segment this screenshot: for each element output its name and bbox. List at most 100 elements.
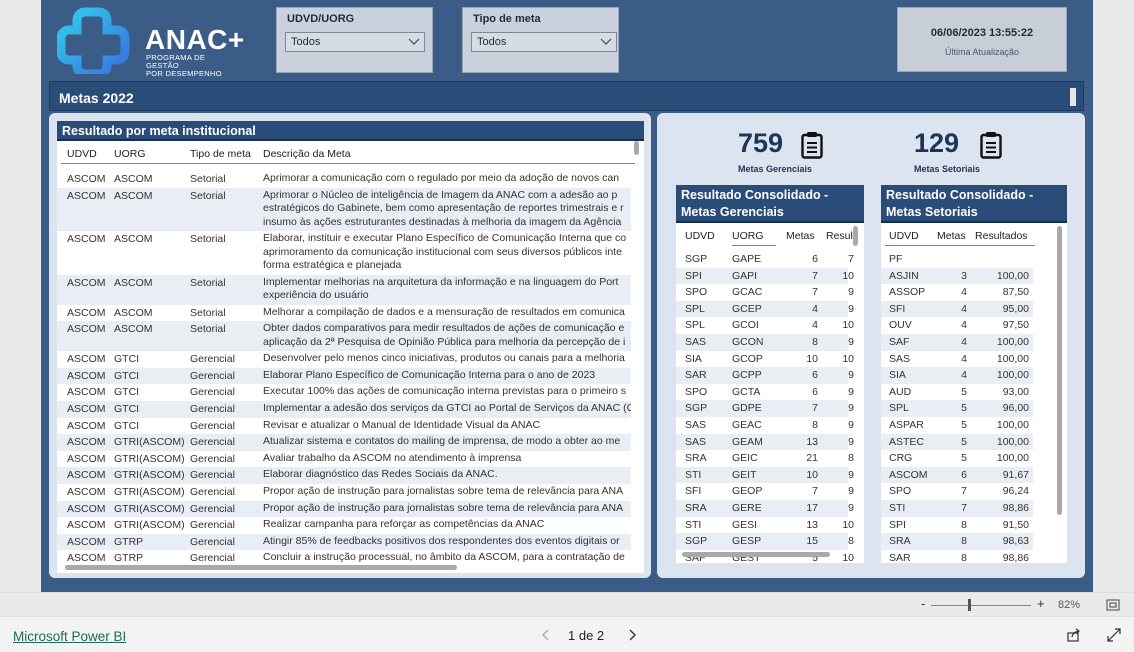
col-header-uorg[interactable]: UORG	[732, 230, 764, 242]
results-hscroll[interactable]	[65, 565, 457, 570]
col-header-udvd[interactable]: UDVD	[685, 230, 715, 242]
cell-uorg: GTCI	[114, 353, 140, 366]
table-row[interactable]: SRA GEIC 21 8	[676, 450, 854, 467]
title-scrollbar[interactable]	[1070, 88, 1076, 106]
tipo-meta-dropdown[interactable]: Todos	[471, 32, 617, 52]
table-row[interactable]: SAS GCON 8 9	[676, 334, 854, 351]
cell-resultado: 8	[848, 452, 854, 465]
table-row[interactable]: ASCOM ASCOM Setorial Aprimorar o Núcleo de …	[57, 187, 631, 232]
table-row[interactable]: ASTEC 5 100,00	[881, 433, 1033, 451]
table-row[interactable]: ASCOM GTRI(ASCOM) Gerencial Elaborar diagnó…	[57, 467, 631, 484]
table-row[interactable]: ASCOM GTRI(ASCOM) Gerencial Avaliar trabalh…	[57, 451, 631, 468]
table-row[interactable]: STI GEIT 10 9	[676, 466, 854, 484]
cell-resultados: 100,00	[996, 419, 1029, 431]
zoom-out-button[interactable]: -	[921, 596, 925, 611]
results-vscroll[interactable]	[634, 141, 639, 155]
previous-page-icon[interactable]	[541, 629, 551, 641]
table-row[interactable]: ASCOM GTCI Gerencial Implementar a adesão d…	[57, 401, 631, 418]
descricao-line: forma estratégica e planejada	[263, 259, 402, 272]
table-row[interactable]: ASCOM GTRI(ASCOM) Gerencial Propor ação de …	[57, 500, 631, 518]
col-header-resultados[interactable]: Resultados	[975, 230, 1028, 242]
cell-uorg: GCPP	[732, 369, 762, 382]
table-row[interactable]: ASCOM GTRI(ASCOM) Gerencial Atualizar siste…	[57, 434, 631, 451]
table-row[interactable]: STI GESI 13 10	[676, 517, 854, 534]
table-row[interactable]: ASSOP 4 87,50	[881, 284, 1033, 301]
table-row[interactable]: ASCOM GTCI Gerencial Elaborar Plano Específ…	[57, 367, 631, 385]
table-row[interactable]: SRA GERE 17 9	[676, 500, 854, 517]
table-row[interactable]: SAR 8 98,86	[881, 550, 1033, 563]
cell-udvd: ASTEC	[889, 435, 925, 448]
table-row[interactable]: ASCOM GTRI(ASCOM) Gerencial Realizar campan…	[57, 517, 631, 534]
table-row[interactable]: SAS GEAC 8 9	[676, 417, 854, 434]
next-page-icon[interactable]	[627, 629, 637, 641]
table-row[interactable]: SAS 4 100,00	[881, 351, 1033, 368]
table-row[interactable]: SAR GCPP 6 9	[676, 367, 854, 384]
zoom-in-button[interactable]: +	[1037, 596, 1045, 611]
power-bi-link[interactable]: Microsoft Power BI	[13, 629, 126, 644]
descricao-line: Elaborar Plano Específico de Comunicação…	[263, 368, 596, 381]
table-row[interactable]: ASCOM ASCOM Setorial Obter dados comparativ…	[57, 321, 631, 352]
gerenciais-vscroll[interactable]	[853, 226, 858, 246]
table-row[interactable]: ASCOM ASCOM Setorial Melhorar a compilação …	[57, 305, 631, 322]
table-row[interactable]: ASCOM ASCOM Setorial Elaborar, instituir e …	[57, 231, 631, 275]
table-row[interactable]: SPI GAPI 7 10	[676, 267, 854, 285]
last-update-card: 06/06/2023 13:55:22 Última Atualização	[897, 7, 1067, 72]
table-row[interactable]: STI 7 98,86	[881, 500, 1033, 517]
table-row[interactable]: ASCOM GTCI Gerencial Revisar e atualizar o …	[57, 418, 631, 435]
cell-udvd: STI	[685, 518, 702, 531]
table-row[interactable]: ASJIN 3 100,00	[881, 267, 1033, 285]
col-header-metas[interactable]: Metas	[786, 230, 815, 242]
table-row[interactable]: SPL 5 96,00	[881, 400, 1033, 417]
zoom-slider-thumb[interactable]	[968, 599, 971, 611]
share-icon[interactable]	[1067, 628, 1081, 642]
table-row[interactable]: SFI 4 95,00	[881, 300, 1033, 318]
table-row[interactable]: SFI GEOP 7 9	[676, 483, 854, 500]
table-row[interactable]: ASCOM ASCOM Setorial Implementar melhorias …	[57, 274, 631, 305]
cell-descricao: Obter dados comparativos para medir resu…	[263, 322, 631, 349]
col-header-descricao[interactable]: Descrição da Meta	[263, 148, 351, 160]
table-row[interactable]: ASCOM GTRP Gerencial Atingir 85% de feedbac…	[57, 533, 631, 551]
table-row[interactable]: SPL GCOI 4 10	[676, 317, 854, 334]
table-row[interactable]: ASCOM GTCI Gerencial Executar 100% das açõe…	[57, 384, 631, 401]
table-row[interactable]: SIA GCOP 10 10	[676, 351, 854, 368]
table-row[interactable]: SGP GESP 15 8	[676, 533, 854, 550]
table-row[interactable]: SRA 8 98,63	[881, 533, 1033, 550]
table-row[interactable]: SGP GDPE 7 9	[676, 400, 854, 417]
table-row[interactable]: SAS GEAM 13 9	[676, 433, 854, 451]
table-row[interactable]: SPO 7 96,24	[881, 483, 1033, 500]
table-row[interactable]: PF	[881, 251, 1033, 268]
col-header-udvd[interactable]: UDVD	[67, 148, 97, 160]
cell-metas: 4	[961, 302, 967, 315]
cell-uorg: GTRI(ASCOM)	[114, 519, 185, 532]
col-header-tipo[interactable]: Tipo de meta	[190, 148, 251, 160]
table-row[interactable]: ASPAR 5 100,00	[881, 417, 1033, 434]
table-row[interactable]: SAF 4 100,00	[881, 334, 1033, 351]
col-header-uorg[interactable]: UORG	[114, 148, 146, 160]
udvd-uorg-dropdown[interactable]: Todos	[285, 32, 425, 52]
cell-udvd: SAF	[889, 336, 910, 348]
col-header-metas[interactable]: Metas	[937, 230, 966, 242]
fit-to-page-icon[interactable]	[1106, 599, 1120, 611]
table-row[interactable]: SPO GCAC 7 9	[676, 284, 854, 301]
table-row[interactable]: ASCOM 6 91,67	[881, 466, 1033, 484]
col-header-udvd[interactable]: UDVD	[889, 230, 919, 242]
table-row[interactable]: ASCOM GTRI(ASCOM) Gerencial Propor ação de …	[57, 484, 631, 501]
table-row[interactable]: SPO GCTA 6 9	[676, 384, 854, 401]
table-row[interactable]: SGP GAPE 6 7	[676, 251, 854, 268]
zoom-slider-track[interactable]	[931, 605, 1031, 606]
gerenciais-hscroll[interactable]	[682, 552, 830, 557]
table-row[interactable]: AUD 5 93,00	[881, 384, 1033, 401]
table-row[interactable]: SIA 4 100,00	[881, 367, 1033, 384]
fullscreen-icon[interactable]	[1107, 628, 1121, 642]
tipo-meta-slicer[interactable]: Tipo de meta Todos	[462, 7, 619, 73]
table-row[interactable]: SPL GCEP 4 9	[676, 300, 854, 318]
table-row[interactable]: SPI 8 91,50	[881, 517, 1033, 534]
cell-udvd: SGP	[685, 535, 708, 548]
col-header-resultado[interactable]: Resultado	[826, 230, 856, 242]
table-row[interactable]: CRG 5 100,00	[881, 450, 1033, 467]
setoriais-vscroll[interactable]	[1057, 226, 1062, 515]
udvd-uorg-slicer[interactable]: UDVD/UORG Todos	[276, 7, 433, 73]
table-row[interactable]: ASCOM ASCOM Setorial Aprimorar a comunicaçã…	[57, 171, 631, 188]
table-row[interactable]: ASCOM GTCI Gerencial Desenvolver pelo menos…	[57, 351, 631, 368]
table-row[interactable]: OUV 4 97,50	[881, 317, 1033, 334]
